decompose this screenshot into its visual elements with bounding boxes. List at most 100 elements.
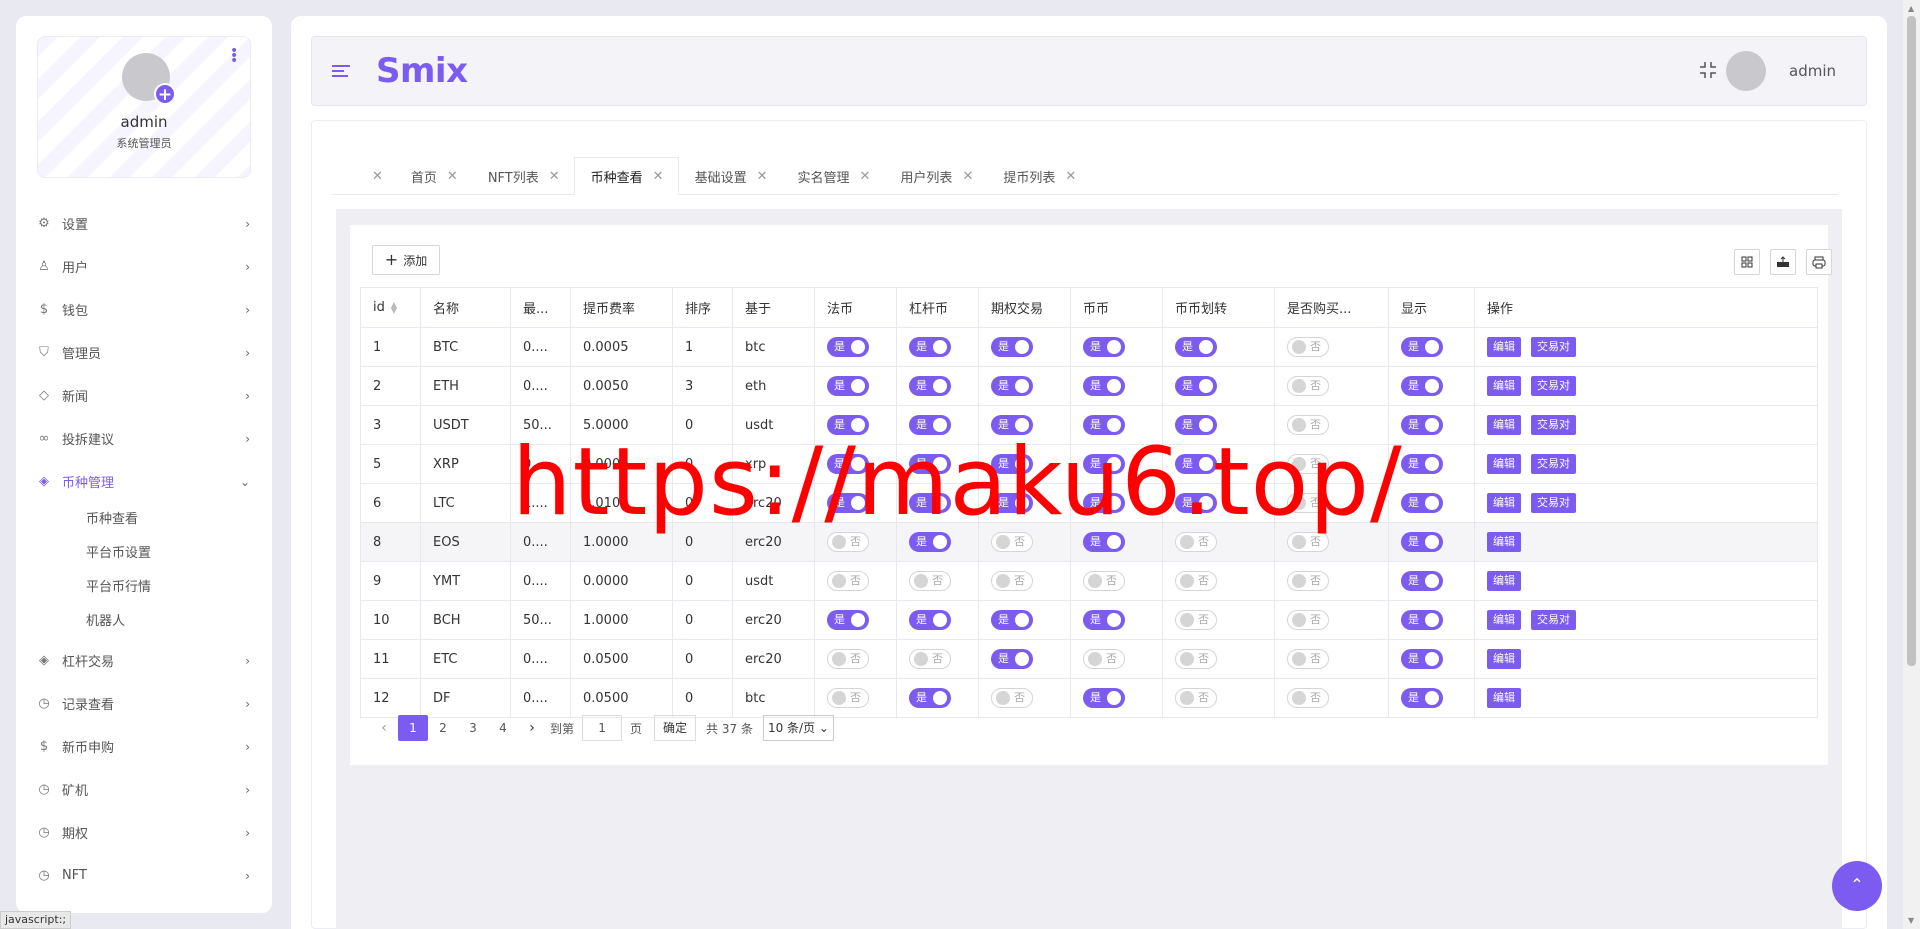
page-number[interactable]: 1 [398, 715, 428, 741]
sidebar-item-menu23[interactable]: ◷ 矿机 › [16, 768, 272, 811]
toggle-switch[interactable]: 是 [1401, 610, 1443, 630]
trading-pair-button[interactable]: 交易对 [1531, 493, 1576, 513]
scroll-down-icon[interactable]: ▼ [1908, 916, 1914, 925]
edit-button[interactable]: 编辑 [1487, 454, 1521, 474]
columns-icon[interactable] [1734, 249, 1760, 275]
close-icon[interactable]: ✕ [757, 169, 768, 184]
toggle-switch[interactable]: 否 [1287, 649, 1329, 669]
toggle-switch[interactable]: 是 [909, 337, 951, 357]
export-icon[interactable] [1770, 249, 1796, 275]
toggle-switch[interactable]: 否 [827, 571, 869, 591]
user-name[interactable]: admin [1789, 62, 1836, 80]
sidebar-item-menu6[interactable]: ◈ 币种管理 ⌄ [16, 460, 272, 503]
more-options-icon[interactable]: • • • [230, 44, 238, 68]
tab-item[interactable]: 基础设置 ✕ [679, 157, 782, 195]
table-row[interactable]: 12 DF 0.... 0.0500 0 btc 否 是 否 是 否 否 是 编辑 [360, 678, 1818, 718]
sidebar-item-menu25[interactable]: ◷ NFT › [16, 854, 272, 897]
submenu-item[interactable]: 机器人 [86, 605, 272, 639]
edit-button[interactable]: 编辑 [1487, 688, 1521, 708]
submenu-item[interactable]: 币种查看 [86, 503, 272, 537]
toggle-switch[interactable]: 否 [1287, 337, 1329, 357]
close-icon[interactable]: ✕ [962, 169, 973, 184]
edit-button[interactable]: 编辑 [1487, 532, 1521, 552]
sidebar-item-menu5[interactable]: ∞ 投拆建议 › [16, 417, 272, 460]
tab-item[interactable]: 首页 ✕ [395, 157, 472, 195]
toggle-switch[interactable]: 否 [1175, 571, 1217, 591]
edit-button[interactable]: 编辑 [1487, 337, 1521, 357]
toggle-switch[interactable]: 是 [1175, 376, 1217, 396]
toggle-switch[interactable]: 否 [909, 649, 951, 669]
page-scrollbar[interactable]: ▲ ▼ [1903, 0, 1920, 929]
edit-button[interactable]: 编辑 [1487, 376, 1521, 396]
close-icon[interactable]: ✕ [447, 169, 458, 184]
page-number[interactable]: 4 [488, 715, 518, 741]
toggle-switch[interactable]: 是 [827, 337, 869, 357]
toggle-switch[interactable]: 是 [1401, 649, 1443, 669]
collapse-fullscreen-icon[interactable] [1698, 61, 1718, 81]
next-page-icon[interactable]: › [518, 720, 546, 736]
close-icon[interactable]: ✕ [549, 169, 560, 184]
toggle-switch[interactable]: 否 [827, 649, 869, 669]
toggle-switch[interactable]: 是 [1401, 454, 1443, 474]
submenu-item[interactable]: 平台币行情 [86, 571, 272, 605]
toggle-switch[interactable]: 是 [1401, 532, 1443, 552]
sidebar-item-menu21[interactable]: ◷ 记录查看 › [16, 682, 272, 725]
tab-item[interactable]: NFT列表 ✕ [472, 157, 574, 195]
toggle-switch[interactable]: 是 [827, 376, 869, 396]
sidebar-item-menu0[interactable]: ⚙ 设置 › [16, 202, 272, 245]
toggle-switch[interactable]: 否 [1175, 610, 1217, 630]
toggle-switch[interactable]: 是 [1401, 415, 1443, 435]
trading-pair-button[interactable]: 交易对 [1531, 610, 1576, 630]
trading-pair-button[interactable]: 交易对 [1531, 415, 1576, 435]
toggle-switch[interactable]: 否 [1287, 610, 1329, 630]
toggle-switch[interactable]: 是 [991, 337, 1033, 357]
trading-pair-button[interactable]: 交易对 [1531, 376, 1576, 396]
toggle-switch[interactable]: 是 [1175, 337, 1217, 357]
page-size-select[interactable]: 10 条/页 ⌄ [762, 715, 834, 741]
toggle-switch[interactable]: 是 [1401, 376, 1443, 396]
sidebar-item-menu2[interactable]: $ 钱包 › [16, 288, 272, 331]
toggle-switch[interactable]: 否 [1175, 688, 1217, 708]
toggle-switch[interactable]: 否 [991, 571, 1033, 591]
toggle-switch[interactable]: 是 [827, 610, 869, 630]
sidebar-item-menu22[interactable]: $ 新币申购 › [16, 725, 272, 768]
page-number[interactable]: 2 [428, 715, 458, 741]
goto-page-input[interactable]: 1 [582, 715, 623, 741]
toggle-switch[interactable]: 否 [1287, 376, 1329, 396]
close-icon[interactable]: ✕ [1065, 169, 1076, 184]
toggle-switch[interactable]: 是 [1401, 571, 1443, 591]
table-row[interactable]: 9 YMT 0.... 0.0000 0 usdt 否 否 否 否 否 否 是 编辑 [360, 561, 1818, 601]
toggle-switch[interactable]: 是 [1401, 337, 1443, 357]
print-icon[interactable] [1806, 249, 1832, 275]
edit-button[interactable]: 编辑 [1487, 571, 1521, 591]
trading-pair-button[interactable]: 交易对 [1531, 454, 1576, 474]
toggle-switch[interactable]: 是 [1083, 376, 1125, 396]
add-avatar-icon[interactable]: + [154, 83, 176, 105]
hamburger-menu-icon[interactable] [332, 65, 350, 80]
submenu-item[interactable]: 平台币设置 [86, 537, 272, 571]
sidebar-item-menu20[interactable]: ◈ 杠杆交易 › [16, 639, 272, 682]
sort-icon[interactable]: ▲ ▼ [391, 300, 397, 314]
toggle-switch[interactable]: 是 [1401, 493, 1443, 513]
close-icon[interactable]: ✕ [372, 169, 383, 184]
toggle-switch[interactable]: 是 [991, 376, 1033, 396]
toggle-switch[interactable]: 否 [1083, 649, 1125, 669]
sidebar-item-menu3[interactable]: ⛉ 管理员 › [16, 331, 272, 374]
close-icon[interactable]: ✕ [653, 169, 664, 184]
prev-page-icon[interactable]: ‹ [370, 720, 398, 736]
toggle-switch[interactable]: 否 [909, 571, 951, 591]
page-number[interactable]: 3 [458, 715, 488, 741]
scrollbar-thumb[interactable] [1907, 16, 1916, 666]
toggle-switch[interactable]: 是 [1083, 610, 1125, 630]
back-to-top-button[interactable]: ⌃ [1832, 861, 1882, 911]
edit-button[interactable]: 编辑 [1487, 493, 1521, 513]
toggle-switch[interactable]: 否 [991, 688, 1033, 708]
scroll-up-icon[interactable]: ▲ [1908, 4, 1914, 13]
tab-close-all[interactable]: ✕ [332, 157, 395, 195]
table-row[interactable]: 11 ETC 0.... 0.0500 0 erc20 否 否 是 否 否 否 是 编辑 [360, 639, 1818, 679]
edit-button[interactable]: 编辑 [1487, 415, 1521, 435]
toggle-switch[interactable]: 否 [1287, 571, 1329, 591]
edit-button[interactable]: 编辑 [1487, 610, 1521, 630]
toggle-switch[interactable]: 是 [991, 610, 1033, 630]
table-row[interactable]: 2 ETH 0.... 0.0050 3 eth 是 是 是 是 是 否 是 编辑 交易对 [360, 366, 1818, 406]
